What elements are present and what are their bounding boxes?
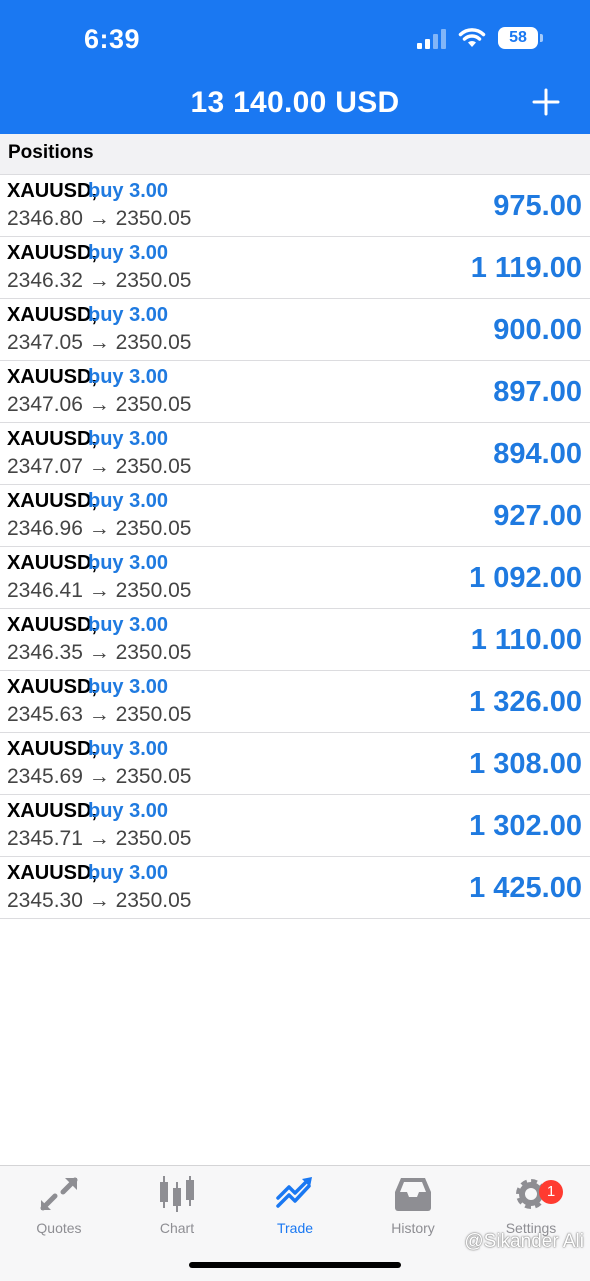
position-profit: 1 092.00 [469,562,582,594]
position-profit: 975.00 [493,190,582,222]
position-row[interactable]: XAUUSD, buy 3.00 2346.41 → 2350.05 1 092… [0,547,590,609]
position-symbol: XAUUSD, [7,490,98,512]
positions-section-header: Positions [0,134,590,175]
position-symbol: XAUUSD, [7,800,98,822]
position-side: buy 3.00 [88,614,169,636]
position-row[interactable]: XAUUSD, buy 3.00 2345.63 → 2350.05 1 326… [0,671,590,733]
position-prices: 2345.71 → 2350.05 [7,827,192,850]
tab-label: History [391,1220,435,1236]
tab-history[interactable]: History [354,1174,472,1236]
position-row[interactable]: XAUUSD, buy 3.00 2345.69 → 2350.05 1 308… [0,733,590,795]
position-prices: 2345.30 → 2350.05 [7,889,192,912]
position-profit: 900.00 [493,314,582,346]
position-profit: 1 308.00 [469,748,582,780]
position-side: buy 3.00 [88,800,169,822]
position-side: buy 3.00 [88,738,169,760]
position-row[interactable]: XAUUSD, buy 3.00 2347.06 → 2350.05 897.0… [0,361,590,423]
position-prices: 2347.07 → 2350.05 [7,455,192,478]
position-row[interactable]: XAUUSD, buy 3.00 2346.96 → 2350.05 927.0… [0,485,590,547]
positions-list: XAUUSD, buy 3.00 2346.80 → 2350.05 975.0… [0,175,590,919]
tab-quotes[interactable]: Quotes [0,1174,118,1236]
position-symbol: XAUUSD, [7,862,98,884]
position-side: buy 3.00 [88,304,169,326]
position-symbol: XAUUSD, [7,738,98,760]
position-side: buy 3.00 [88,676,169,698]
position-symbol: XAUUSD, [7,180,98,202]
battery-indicator: 58 [498,27,543,49]
position-prices: 2346.32 → 2350.05 [7,269,192,292]
watermark: @Sikander Ali [464,1231,584,1252]
top-bar: 6:39 58 13 140.00 USD [0,0,590,134]
position-side: buy 3.00 [88,428,169,450]
section-title: Positions [8,142,94,163]
position-prices: 2345.63 → 2350.05 [7,703,192,726]
position-prices: 2346.96 → 2350.05 [7,517,192,540]
chart-icon [160,1176,194,1212]
tab-settings[interactable]: 1 Settings [472,1174,590,1236]
position-profit: 1 326.00 [469,686,582,718]
account-balance: 13 140.00 USD [190,86,400,119]
tab-label: Quotes [36,1220,82,1236]
wifi-icon [458,28,486,47]
position-profit: 1 425.00 [469,872,582,904]
home-indicator[interactable] [189,1262,401,1268]
position-prices: 2347.05 → 2350.05 [7,331,192,354]
position-prices: 2346.41 → 2350.05 [7,579,192,602]
status-time: 6:39 [84,24,141,54]
position-row[interactable]: XAUUSD, buy 3.00 2347.07 → 2350.05 894.0… [0,423,590,485]
position-side: buy 3.00 [88,862,169,884]
status-icons: 58 [417,27,543,49]
position-symbol: XAUUSD, [7,614,98,636]
position-profit: 1 302.00 [469,810,582,842]
tab-chart[interactable]: Chart [118,1174,236,1236]
position-symbol: XAUUSD, [7,552,98,574]
position-row[interactable]: XAUUSD, buy 3.00 2345.30 → 2350.05 1 425… [0,857,590,919]
position-side: buy 3.00 [88,366,169,388]
position-profit: 1 119.00 [470,252,582,284]
position-row[interactable]: XAUUSD, buy 3.00 2346.35 → 2350.05 1 110… [0,609,590,671]
cellular-signal-icon [417,27,446,49]
position-row[interactable]: XAUUSD, buy 3.00 2345.71 → 2350.05 1 302… [0,795,590,857]
position-prices: 2345.69 → 2350.05 [7,765,192,788]
position-symbol: XAUUSD, [7,676,98,698]
position-symbol: XAUUSD, [7,428,98,450]
position-side: buy 3.00 [88,180,169,202]
settings-notification-badge: 1 [539,1180,563,1204]
add-order-button[interactable] [532,88,560,116]
position-side: buy 3.00 [88,490,169,512]
position-profit: 897.00 [493,376,582,408]
quotes-icon [40,1177,78,1211]
position-side: buy 3.00 [88,242,169,264]
position-symbol: XAUUSD, [7,304,98,326]
tab-trade[interactable]: Trade [236,1174,354,1236]
position-prices: 2346.80 → 2350.05 [7,207,192,230]
tab-label: Chart [159,1220,195,1236]
position-side: buy 3.00 [88,552,169,574]
tab-label: Trade [276,1220,314,1236]
position-prices: 2347.06 → 2350.05 [7,393,192,416]
position-symbol: XAUUSD, [7,366,98,388]
position-profit: 1 110.00 [470,624,582,656]
position-row[interactable]: XAUUSD, buy 3.00 2347.05 → 2350.05 900.0… [0,299,590,361]
position-row[interactable]: XAUUSD, buy 3.00 2346.32 → 2350.05 1 119… [0,237,590,299]
position-symbol: XAUUSD, [7,242,98,264]
trade-icon [276,1177,312,1208]
history-icon [395,1178,431,1211]
position-profit: 927.00 [493,500,582,532]
position-prices: 2346.35 → 2350.05 [7,641,192,664]
position-profit: 894.00 [493,438,582,470]
position-row[interactable]: XAUUSD, buy 3.00 2346.80 → 2350.05 975.0… [0,175,590,237]
